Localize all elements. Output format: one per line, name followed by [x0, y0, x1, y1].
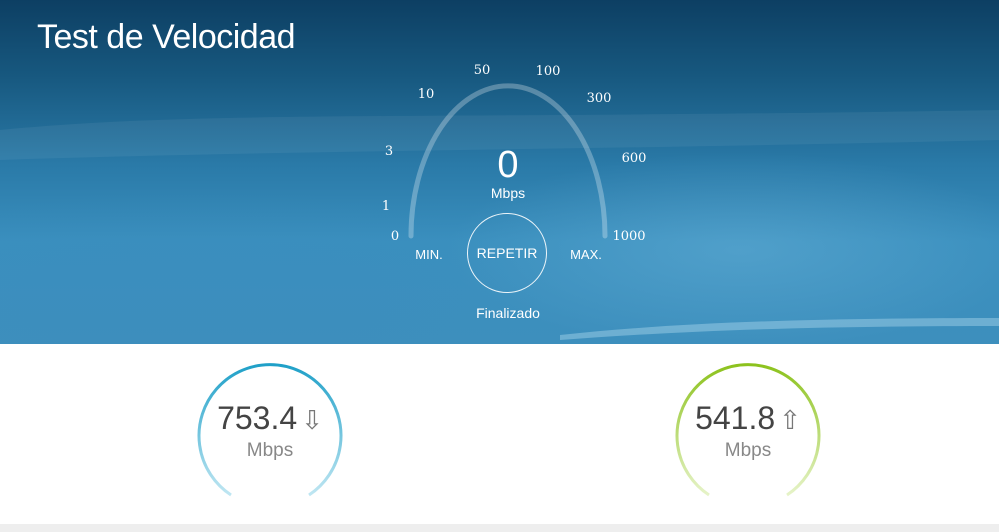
upload-speed: 541.8 ⇧ [695, 400, 801, 436]
gauge-label-0: 0 [391, 229, 399, 244]
gauge-min-label: MIN. [415, 247, 442, 262]
hero-banner: Test de Velocidad 0 1 3 10 50 100 300 60… [0, 0, 999, 344]
gauge-label-600: 600 [622, 151, 647, 166]
upload-unit: Mbps [724, 440, 772, 461]
repeat-button-label: REPETIR [476, 245, 538, 261]
current-speed-unit: Mbps [490, 185, 526, 201]
results-panel [0, 344, 999, 524]
test-status: Finalizado [476, 305, 540, 321]
gauge-label-50: 50 [474, 63, 491, 78]
download-unit: Mbps [246, 440, 294, 461]
gauge-label-1: 1 [382, 199, 390, 214]
gauge-label-1000: 1000 [612, 229, 645, 244]
upload-result: 541.8 ⇧ Mbps [673, 360, 823, 510]
gauge-label-3: 3 [385, 144, 393, 159]
gauge-max-label: MAX. [570, 247, 602, 262]
gauge-label-10: 10 [418, 87, 435, 102]
arrow-up-icon: ⇧ [779, 405, 801, 435]
download-result: 753.4 ⇩ Mbps [195, 360, 345, 510]
download-speed: 753.4 ⇩ [217, 400, 323, 436]
repeat-button[interactable]: REPETIR [467, 213, 547, 293]
footer-bar [0, 524, 999, 532]
gauge-label-300: 300 [587, 91, 612, 106]
gauge-label-100: 100 [536, 64, 561, 79]
arrow-down-icon: ⇩ [301, 405, 323, 435]
current-speed-value: 0 [497, 144, 519, 186]
